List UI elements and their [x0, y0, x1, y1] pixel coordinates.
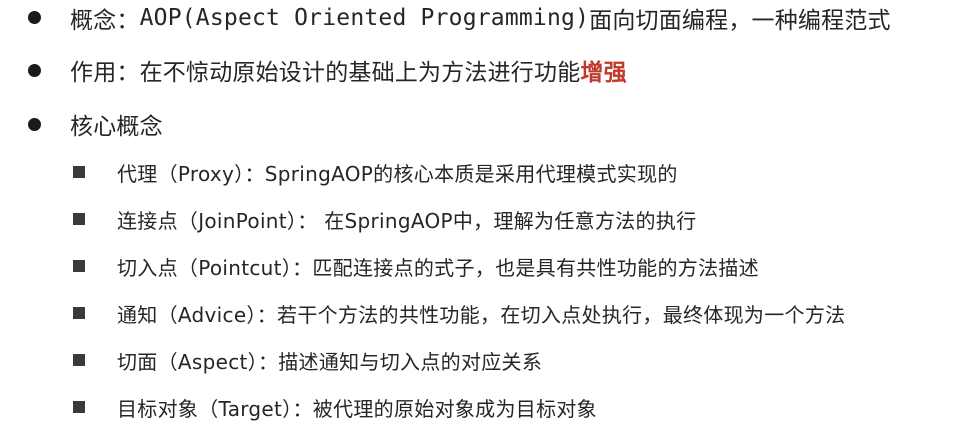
sub-point-proxy: 代理（Proxy）： SpringAOP的核心本质是采用代理模式实现的 — [117, 157, 678, 187]
sub-point-aspect-desc: 描述通知与切入点的对应关系 — [278, 349, 543, 374]
sub-point-joinpoint: 连接点（JoinPoint）： 在SpringAOP中，理解为任意方法的执行 — [117, 204, 696, 234]
sub-point-target-term: 目标对象（Target）： — [117, 396, 313, 421]
sub-point-aspect-term: 切面（Aspect）： — [117, 349, 279, 374]
sub-point-joinpoint-desc: 在SpringAOP中，理解为任意方法的执行 — [317, 208, 697, 233]
bullet-square-1 — [73, 166, 85, 178]
sub-point-target-desc: 被代理的原始对象成为目标对象 — [312, 396, 597, 421]
point-core-concepts-label: 核心概念 — [70, 114, 163, 140]
sub-point-pointcut-desc: 匹配连接点的式子，也是具有共性功能的方法描述 — [312, 255, 759, 280]
bullet-dot-2 — [28, 64, 41, 77]
bullet-square-2 — [73, 213, 85, 225]
bullet-square-3 — [73, 260, 85, 272]
point-purpose: 作用： 在不惊动原始设计的基础上为方法进行功能 增强 — [70, 54, 627, 86]
point-concept: 概念： AOP(Aspect Oriented Programming) 面向切… — [70, 2, 891, 34]
bullet-dot-3 — [28, 118, 41, 131]
bullet-square-4 — [73, 307, 85, 319]
point-concept-term: AOP(Aspect Oriented Programming) — [139, 5, 590, 31]
point-concept-text: 面向切面编程，一种编程范式 — [589, 8, 891, 34]
sub-point-pointcut: 切入点（Pointcut）： 匹配连接点的式子，也是具有共性功能的方法描述 — [117, 251, 759, 281]
point-core-concepts: 核心概念 — [70, 108, 163, 140]
sub-point-advice-term: 通知（Advice）： — [117, 302, 278, 327]
sub-point-advice: 通知（Advice）： 若干个方法的共性功能，在切入点处执行，最终体现为一个方法 — [117, 298, 845, 328]
point-purpose-highlight: 增强 — [580, 60, 627, 86]
sub-point-target: 目标对象（Target）： 被代理的原始对象成为目标对象 — [117, 392, 597, 422]
point-concept-label: 概念： — [70, 8, 140, 34]
point-purpose-text: 在不惊动原始设计的基础上为方法进行功能 — [139, 60, 581, 86]
sub-point-proxy-desc: SpringAOP的核心本质是采用代理模式实现的 — [264, 161, 678, 186]
point-purpose-label: 作用： — [70, 60, 140, 86]
bullet-square-6 — [73, 401, 85, 413]
sub-point-pointcut-term: 切入点（Pointcut）： — [117, 255, 313, 280]
bullet-square-5 — [73, 354, 85, 366]
bullet-dot-1 — [28, 11, 41, 24]
sub-point-advice-desc: 若干个方法的共性功能，在切入点处执行，最终体现为一个方法 — [277, 302, 846, 327]
sub-point-joinpoint-term: 连接点（JoinPoint）： — [117, 208, 318, 233]
sub-point-proxy-term: 代理（Proxy）： — [117, 161, 265, 186]
sub-point-aspect: 切面（Aspect）： 描述通知与切入点的对应关系 — [117, 345, 542, 375]
